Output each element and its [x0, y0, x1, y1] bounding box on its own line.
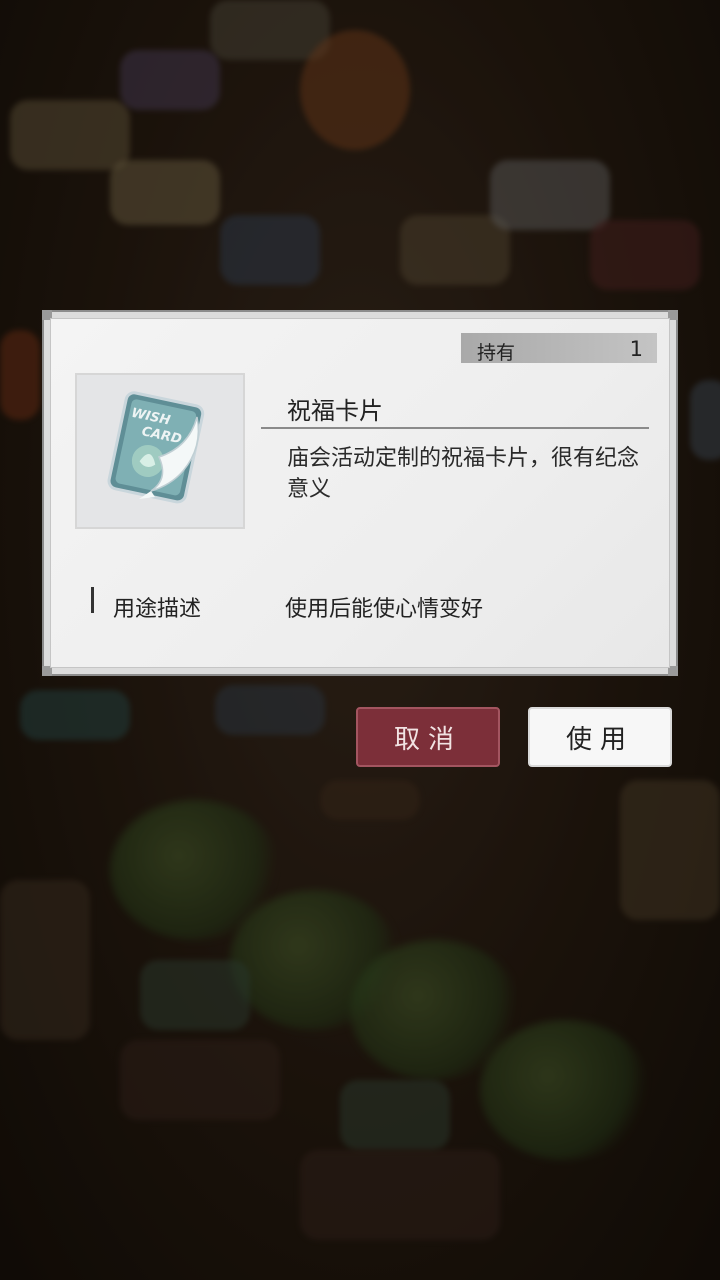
- cancel-button[interactable]: 取消: [356, 707, 500, 767]
- usage-label: 用途描述: [113, 597, 202, 622]
- owned-count-bar: 持有 1: [461, 333, 657, 364]
- owned-count: 1: [629, 337, 643, 361]
- item-name: 祝福卡片: [287, 397, 383, 425]
- usage-description: 使用后能使心情变好: [285, 597, 484, 622]
- use-button[interactable]: 使用: [528, 707, 672, 767]
- usage-marker: [91, 587, 94, 613]
- name-divider: [261, 427, 649, 429]
- dialog-panel: 持有 1 WISH CARD 祝福卡片 庙会活动定制的祝福卡片，很有纪念意义 用: [50, 318, 670, 668]
- item-icon-frame: WISH CARD: [75, 373, 245, 529]
- item-detail-dialog: 持有 1 WISH CARD 祝福卡片 庙会活动定制的祝福卡片，很有纪念意义 用: [42, 310, 678, 676]
- owned-label: 持有: [477, 342, 516, 364]
- wish-card-koi-icon: WISH CARD: [107, 391, 205, 504]
- item-description: 庙会活动定制的祝福卡片，很有纪念意义: [287, 446, 640, 502]
